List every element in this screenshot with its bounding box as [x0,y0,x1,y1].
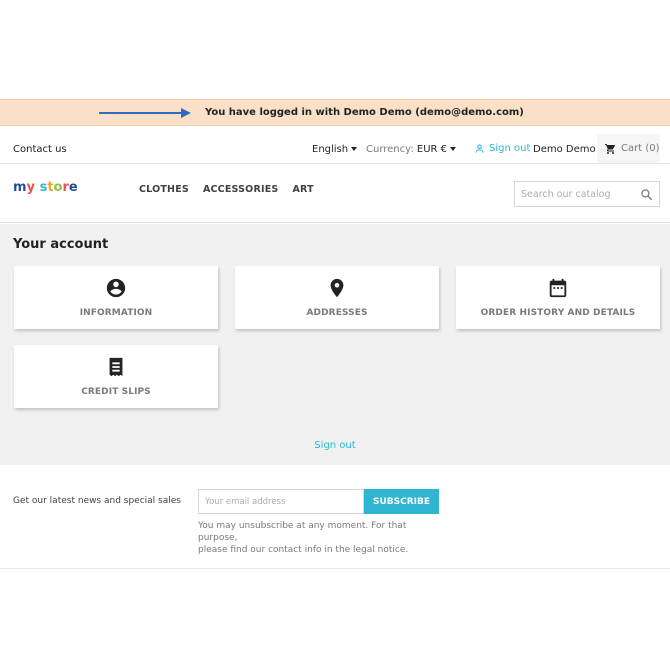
caret-down-icon [450,147,457,151]
header-signout-link[interactable]: Sign out [474,143,530,154]
search-input[interactable]: Search our catalog [514,181,660,207]
information-tile[interactable]: INFORMATION [14,266,218,329]
tile-label: CREDIT SLIPS [81,387,151,397]
unsubscribe-note: You may unsubscribe at any moment. For t… [198,520,448,556]
subscribe-button[interactable]: SUBSCRIBE [364,489,439,514]
top-header-bar: Contact us English Currency: EUR € Sign … [0,126,670,164]
email-field[interactable]: Your email address [198,489,364,514]
unsubscribe-note-line: You may unsubscribe at any moment. For t… [198,521,407,543]
newsletter-block: Get our latest news and special sales Yo… [0,465,670,569]
tile-label: ORDER HISTORY AND DETAILS [480,308,636,318]
contact-us-link[interactable]: Contact us [13,144,67,155]
tile-label: INFORMATION [79,308,153,318]
login-notice-text: You have logged in with Demo Demo (demo@… [205,107,524,118]
receipt-icon [109,357,123,377]
currency-value: EUR € [416,144,448,155]
menu-item-art[interactable]: ART [292,184,313,195]
logo-letter: s [39,180,48,195]
caret-down-icon [351,147,358,151]
newsletter-lead: Get our latest news and special sales [13,496,181,506]
email-placeholder: Your email address [205,497,286,507]
logo-letter: y [26,180,36,195]
language-value: English [312,144,349,155]
account-page: Your account INFORMATION ADDRESSES ORDER… [0,224,670,465]
main-navigation: my store CLOTHES ACCESSORIES ART Search … [0,164,670,223]
account-name-link[interactable]: Demo Demo [533,144,596,155]
search-icon[interactable] [640,188,653,201]
logo-letter: o [53,180,63,195]
currency-selector[interactable]: Currency: EUR € [366,144,457,155]
menu-item-accessories[interactable]: ACCESSORIES [203,184,279,195]
logo-letter: e [68,180,78,195]
logo-letter: m [13,180,27,195]
store-logo[interactable]: my store [13,180,78,195]
order-history-tile[interactable]: ORDER HISTORY AND DETAILS [456,266,660,329]
search-placeholder: Search our catalog [521,189,611,200]
header-signout-label: Sign out [489,143,531,154]
addresses-tile[interactable]: ADDRESSES [235,266,439,329]
language-selector[interactable]: English [312,144,358,155]
arrow-right-icon [99,108,191,118]
cart-button[interactable]: Cart (0) [597,134,660,163]
location-pin-icon [330,278,344,298]
calendar-icon [549,278,567,298]
user-icon [475,144,484,153]
page-title: Your account [13,237,109,252]
tile-label: ADDRESSES [306,308,368,318]
currency-label: Currency: [366,144,414,155]
login-notice-banner: You have logged in with Demo Demo (demo@… [0,99,670,126]
cart-label: Cart (0) [621,143,660,154]
shopping-cart-icon [605,143,615,154]
category-menu: CLOTHES ACCESSORIES ART [139,184,314,195]
unsubscribe-note-line: please find our contact info in the lega… [198,545,409,555]
account-signout-link[interactable]: Sign out [0,440,670,451]
account-circle-icon [106,278,126,298]
credit-slips-tile[interactable]: CREDIT SLIPS [14,345,218,408]
menu-item-clothes[interactable]: CLOTHES [139,184,189,195]
